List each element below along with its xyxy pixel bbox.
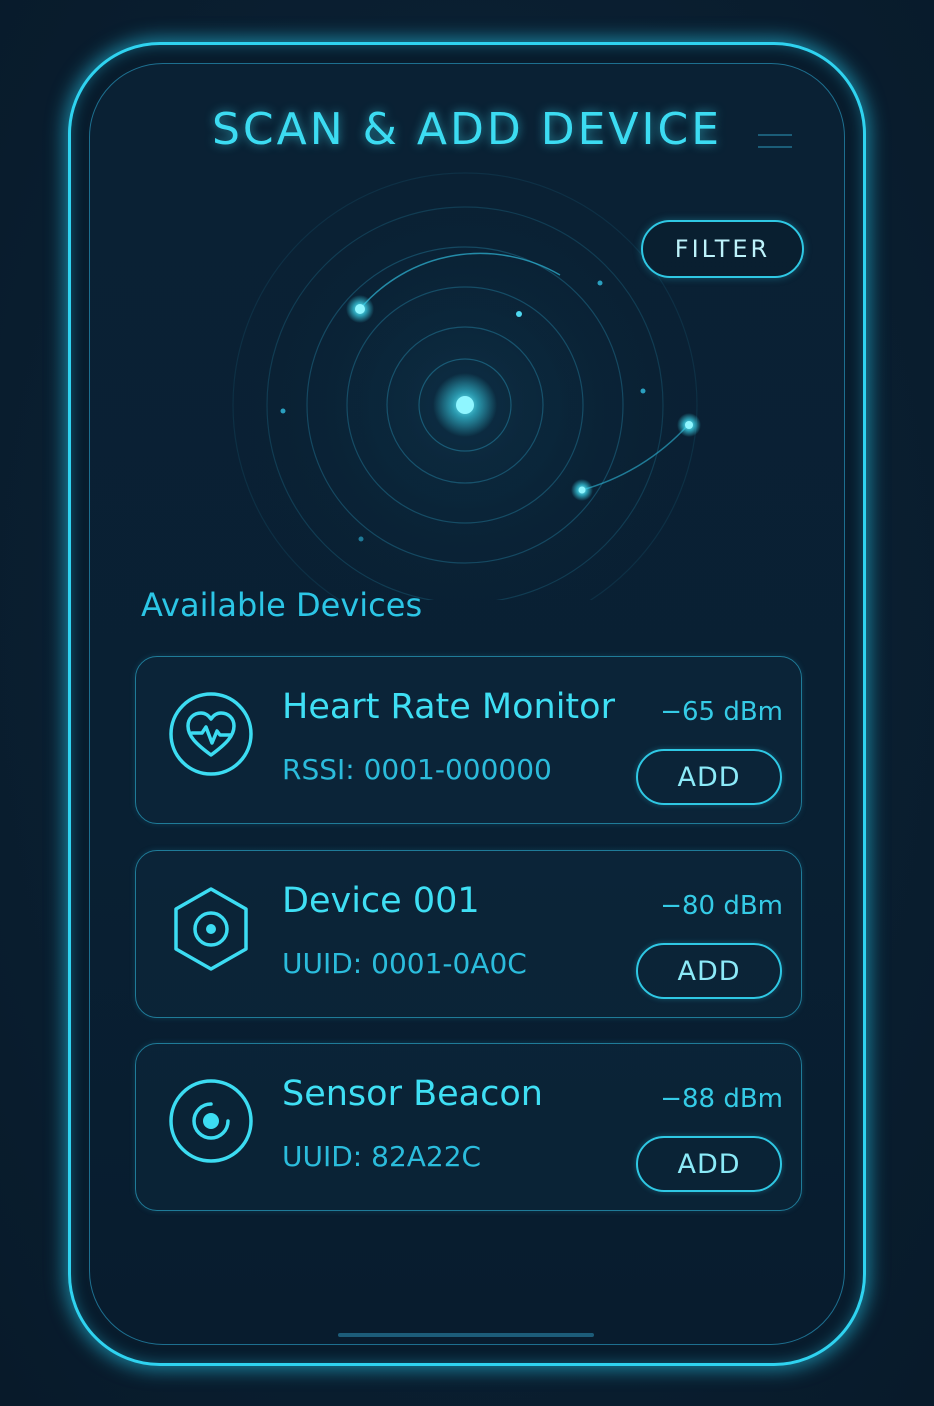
device-name: Sensor Beacon (282, 1074, 543, 1114)
beacon-icon (169, 1079, 253, 1163)
heart-rate-icon (169, 692, 253, 776)
device-identifier: UUID: 0001-0A0C (282, 947, 527, 980)
device-identifier: UUID: 82A22C (282, 1140, 482, 1173)
add-device-button[interactable]: ADD (636, 1136, 782, 1192)
signal-strength: −80 dBm (660, 891, 783, 921)
add-device-button[interactable]: ADD (636, 943, 782, 999)
device-card[interactable]: Device 001 UUID: 0001-0A0C −80 dBm ADD (135, 850, 802, 1018)
device-name: Device 001 (282, 881, 480, 921)
device-identifier: RSSI: 0001-000000 (282, 753, 552, 786)
radar-scanner (232, 172, 701, 600)
hexagon-device-icon (174, 887, 248, 971)
signal-strength: −88 dBm (660, 1084, 783, 1114)
section-title: Available Devices (141, 586, 423, 624)
signal-strength: −65 dBm (660, 697, 783, 727)
device-card[interactable]: Heart Rate Monitor RSSI: 0001-000000 −65… (135, 656, 802, 824)
home-indicator[interactable] (338, 1333, 594, 1337)
device-card[interactable]: Sensor Beacon UUID: 82A22C −88 dBm ADD (135, 1043, 802, 1211)
add-device-button[interactable]: ADD (636, 749, 782, 805)
filter-button[interactable]: FILTER (641, 220, 804, 278)
device-name: Heart Rate Monitor (282, 687, 615, 727)
